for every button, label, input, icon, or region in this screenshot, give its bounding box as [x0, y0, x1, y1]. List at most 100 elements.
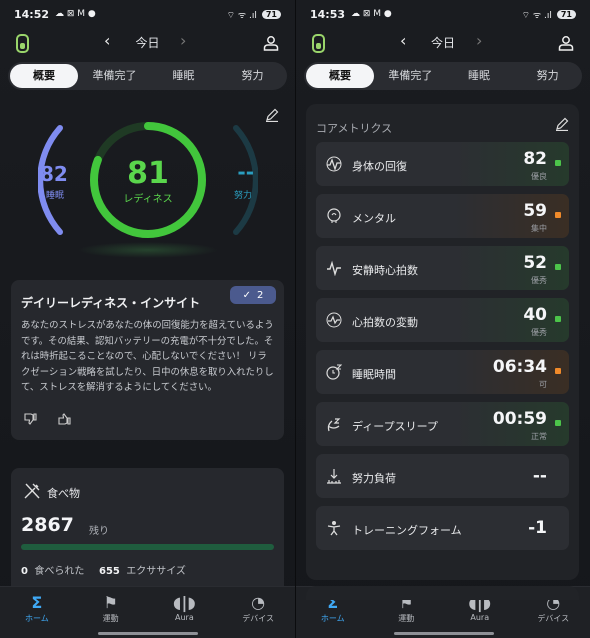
tab-effort[interactable]: 努力: [220, 64, 285, 88]
tab-effort[interactable]: 努力: [515, 64, 580, 88]
metric-row[interactable]: 身体の回復 82 優良: [316, 142, 569, 186]
metric-label: メンタル: [352, 212, 396, 225]
tab-sleep[interactable]: 睡眠: [447, 64, 512, 88]
insight-body: あなたのストレスがあなたの体の回復能力を超えているようです。その結果、認知バッテ…: [21, 320, 274, 394]
nav-device[interactable]: ◔ デバイス: [221, 587, 295, 638]
sleep-label: 睡眠: [46, 191, 65, 201]
exercise-icon: ⚑: [103, 593, 118, 612]
tab-bar-right: 概要 準備完了 睡眠 努力: [304, 62, 582, 90]
metric-row[interactable]: メンタル 59 集中: [316, 194, 569, 238]
training-form-icon: [327, 521, 341, 536]
readiness-label: レディネス: [123, 194, 173, 205]
metric-status: 正常: [531, 432, 547, 441]
food-eaten: 0 食べられた: [21, 562, 84, 577]
effort-load-icon: [327, 469, 341, 484]
hrv-icon: [326, 312, 342, 328]
food-exercise: 655 エクササイズ: [99, 562, 186, 577]
metric-row[interactable]: 睡眠時間 06:34 可: [316, 350, 569, 394]
thumbs-up-icon[interactable]: [57, 412, 71, 426]
readiness-gauge[interactable]: 81 レディネス 82 睡眠 -- 努力: [37, 120, 259, 260]
metric-status: 可: [539, 380, 547, 389]
nav-exercise-label: 運動: [102, 614, 119, 623]
nav-device-label: デバイス: [537, 614, 570, 623]
metric-label: トレーニングフォーム: [352, 524, 462, 537]
signal-icons-right: ⌔ ᯤ .ıl: [521, 10, 552, 21]
metric-row[interactable]: 努力負荷 --: [316, 454, 569, 498]
metric-label: 努力負荷: [352, 472, 396, 485]
food-exercise-label: エクササイズ: [126, 566, 186, 577]
deep-sleep-icon: [327, 418, 341, 432]
date-nav: ‹ 今日 ›: [0, 31, 295, 51]
date-nav-right: ‹ 今日 ›: [296, 31, 590, 51]
metric-status: 優良: [531, 172, 547, 181]
status-bar-right: 14:53 ☁ ⊠ M ● ⌔ ᯤ .ıl 71: [296, 0, 590, 28]
metric-status-dot: [555, 420, 561, 426]
food-remaining-value: 2867: [21, 514, 74, 536]
metric-value: 52: [523, 253, 547, 273]
aura-icon: ◖|◗: [173, 593, 196, 612]
food-remaining-label: 残り: [89, 526, 109, 537]
food-eaten-label: 食べられた: [34, 566, 85, 577]
utensils-icon: [24, 483, 40, 499]
signal-icons: ⌔ ᯤ .ıl: [226, 10, 257, 21]
core-metrics-title: コアメトリクス: [316, 122, 393, 135]
metric-status-dot: [555, 264, 561, 270]
metric-label: 心拍数の変動: [352, 316, 418, 329]
home-indicator[interactable]: [98, 632, 198, 635]
check-icon: ✓: [242, 289, 251, 301]
food-eaten-value: 0: [21, 566, 28, 577]
nav-home-label: ホーム: [24, 614, 49, 623]
food-title: 食べ物: [47, 487, 80, 500]
sleep-time-icon: [326, 364, 342, 380]
overview-screen: 14:52 ☁ ⊠ M ● ⌔ ᯤ .ıl 71 ‹ 今日 › 概要 準備完了 …: [0, 0, 295, 638]
core-metrics-panel: コアメトリクス 身体の回復 82 優良 メンタル 59 集中 安静時心拍数 52 優秀 心拍数の変…: [306, 104, 579, 580]
chevron-right-icon[interactable]: ›: [476, 31, 482, 50]
tab-sleep[interactable]: 睡眠: [151, 64, 216, 88]
profile-icon[interactable]: [558, 35, 574, 51]
pulse-icon: [326, 156, 342, 172]
insight-badge[interactable]: ✓ 2: [230, 286, 276, 304]
chevron-left-icon[interactable]: ‹: [104, 31, 110, 50]
edit-icon[interactable]: [265, 108, 279, 122]
tab-readiness[interactable]: 準備完了: [378, 64, 443, 88]
nav-device-label: デバイス: [242, 614, 274, 623]
battery-icon-right: 71: [556, 9, 576, 19]
metric-row[interactable]: 安静時心拍数 52 優秀: [316, 246, 569, 290]
chevron-left-icon[interactable]: ‹: [400, 31, 406, 50]
metric-row[interactable]: トレーニングフォーム -1: [316, 506, 569, 550]
nav-exercise[interactable]: ⚑ 運動: [74, 587, 148, 638]
profile-icon[interactable]: [263, 35, 279, 51]
app-bar: ‹ 今日 ›: [0, 28, 295, 58]
metric-row[interactable]: 心拍数の変動 40 優秀: [316, 298, 569, 342]
tab-readiness[interactable]: 準備完了: [82, 64, 147, 88]
metric-value: --: [532, 466, 547, 486]
insight-card[interactable]: デイリーレディネス・インサイト ✓ 2 あなたのストレスがあなたの体の回復能力を…: [11, 280, 284, 440]
nav-exercise-label: 運動: [398, 614, 415, 623]
nav-aura-label: Aura: [470, 613, 490, 622]
insight-count: 2: [257, 289, 264, 301]
home-indicator[interactable]: [394, 632, 494, 635]
status-notification-icons-right: ☁ ⊠ M ●: [351, 9, 392, 19]
metric-row[interactable]: ディープスリープ 00:59 正常: [316, 402, 569, 446]
food-card[interactable]: 食べ物 2867 残り 0 食べられた 655 エクササイズ: [11, 468, 284, 598]
metric-status: 集中: [531, 224, 547, 233]
status-time-right: 14:53: [310, 7, 346, 21]
status-system-icons: ⌔ ᯤ .ıl 71: [227, 8, 281, 21]
sleep-score: 82: [40, 162, 68, 186]
edit-icon[interactable]: [555, 117, 569, 131]
chevron-right-icon[interactable]: ›: [180, 31, 186, 50]
nav-aura[interactable]: ◖|◗ Aura: [148, 587, 222, 638]
metric-value: 82: [523, 149, 547, 169]
next-card-peek: [306, 586, 579, 600]
nav-home[interactable]: Σ ホーム: [0, 587, 74, 638]
food-exercise-value: 655: [99, 566, 120, 577]
metric-status: 優秀: [531, 328, 547, 337]
effort-label: 努力: [233, 191, 252, 201]
effort-score: --: [237, 160, 254, 184]
metric-status-dot: [555, 368, 561, 374]
status-time: 14:52: [14, 7, 50, 21]
tab-overview[interactable]: 概要: [306, 64, 374, 88]
tab-overview[interactable]: 概要: [10, 64, 78, 88]
metric-label: 身体の回復: [352, 160, 407, 173]
thumbs-down-icon[interactable]: [23, 412, 37, 426]
